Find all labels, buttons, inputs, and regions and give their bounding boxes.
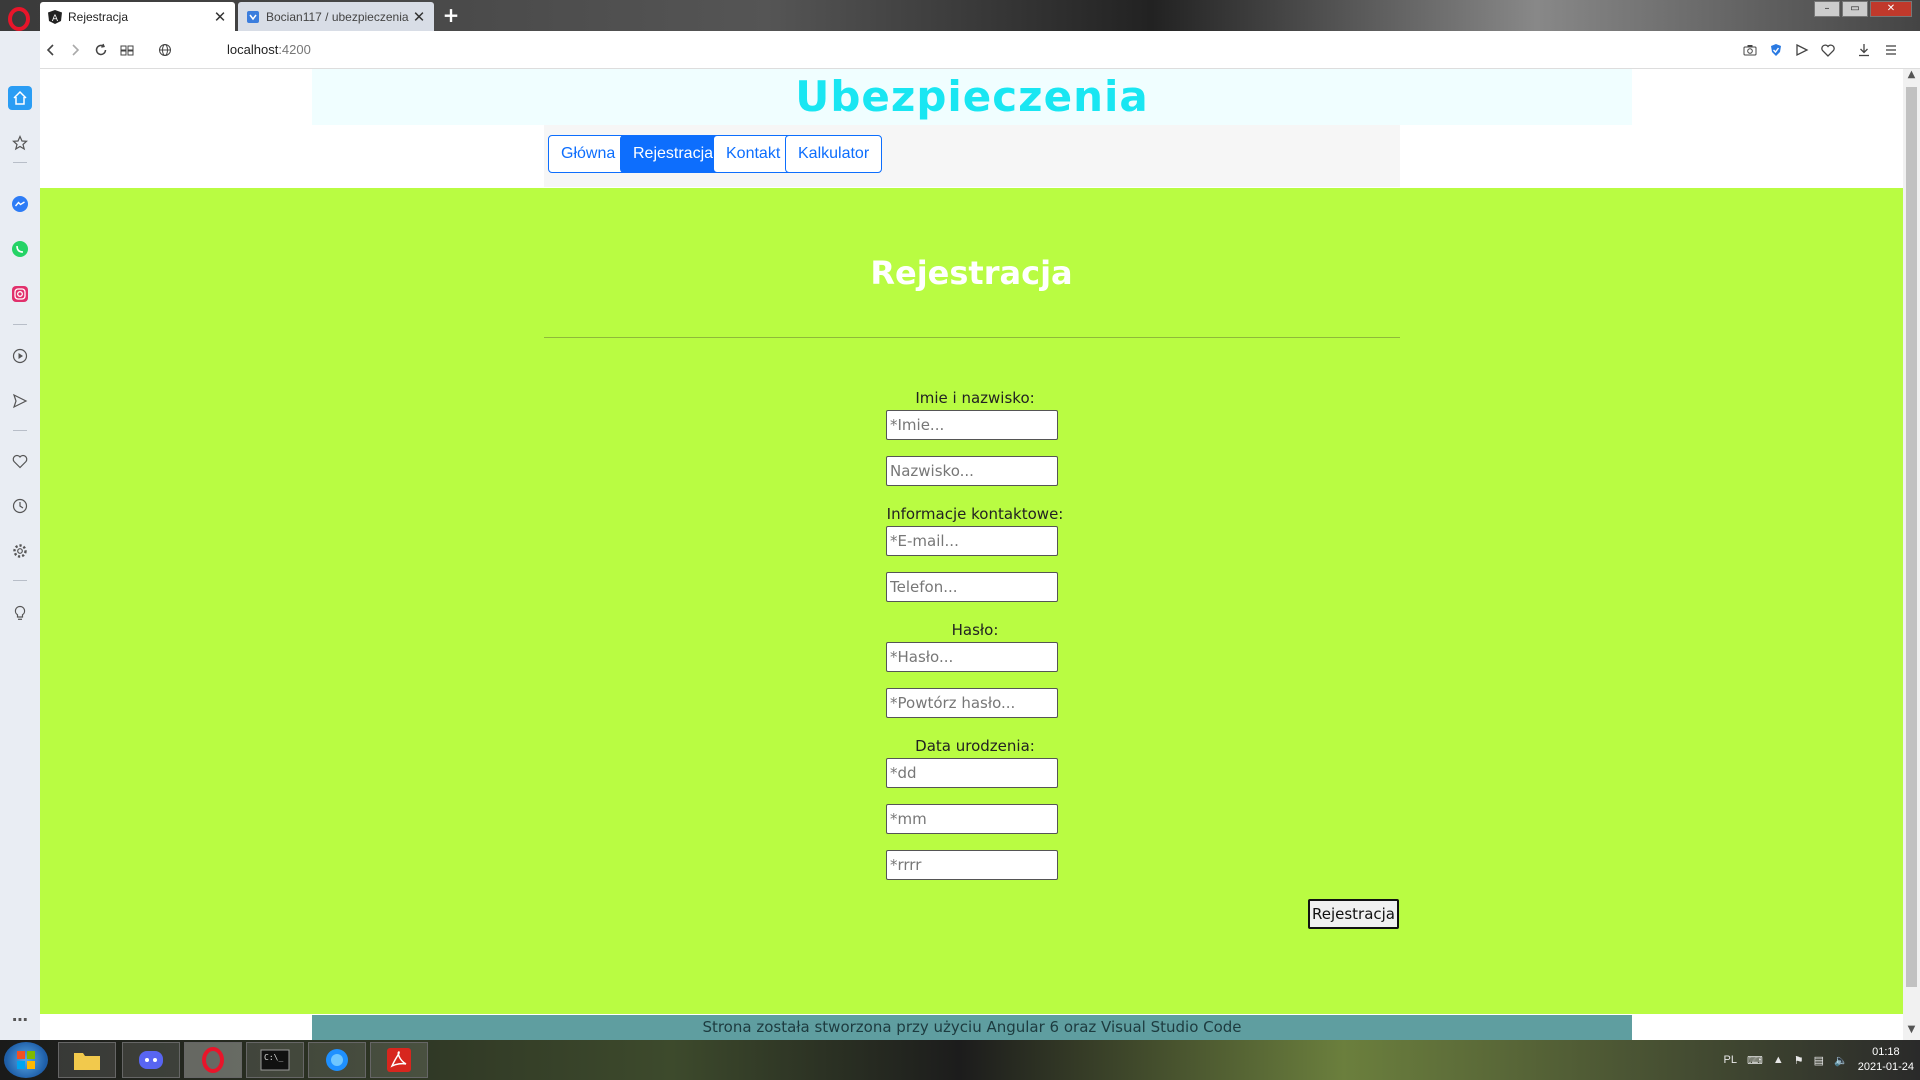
network-icon[interactable]: ▤ [1814, 1054, 1824, 1067]
sidebar-separator [13, 162, 27, 163]
registration-heading: Rejestracja [870, 254, 1073, 292]
sidebar-separator [13, 324, 27, 325]
contact-group-label: Informacje kontaktowe: [886, 505, 1064, 523]
sidebar-separator [13, 580, 27, 581]
globe-icon [154, 39, 176, 61]
camera-icon[interactable] [1739, 39, 1761, 61]
nav-link-kalkulator[interactable]: Kalkulator [785, 135, 883, 173]
site-nav: Główna Rejestracja Kontakt Kalkulator [544, 125, 1400, 187]
browser-tab-bar: A Rejestracja ✕ Bocian117 / ubezpieczeni… [0, 0, 1920, 31]
cortana-icon[interactable] [308, 1042, 366, 1078]
opera-taskbar-icon[interactable] [184, 1042, 242, 1078]
new-tab-button[interactable]: + [440, 4, 462, 26]
flow-send-icon[interactable] [8, 389, 32, 413]
scroll-down-icon[interactable]: ▼ [1903, 1024, 1920, 1040]
action-center-flag-icon[interactable]: ⚑ [1794, 1054, 1804, 1067]
instagram-icon[interactable] [8, 282, 32, 306]
phone-input[interactable] [886, 572, 1058, 602]
tray-expand-icon[interactable]: ▲ [1773, 1054, 1784, 1066]
window-controls: – ▭ ✕ [1814, 1, 1912, 17]
history-clock-icon[interactable] [8, 494, 32, 518]
section-divider [544, 337, 1400, 338]
browser-sidebar: ⋯ [0, 31, 40, 1040]
repeat-password-input[interactable] [886, 688, 1058, 718]
nav-link-kontakt[interactable]: Kontakt [713, 135, 794, 173]
clock-date: 2021-01-24 [1857, 1061, 1914, 1073]
address-bar: localhost:4200 [40, 31, 1920, 69]
close-tab-icon[interactable]: ✕ [213, 8, 227, 26]
close-tab-icon[interactable]: ✕ [412, 8, 426, 26]
github-icon [246, 10, 260, 24]
svg-text:A: A [52, 14, 59, 24]
url-host: localhost [227, 42, 279, 57]
file-explorer-icon[interactable] [58, 1042, 116, 1078]
email-input[interactable] [886, 526, 1058, 556]
opera-logo-icon[interactable] [6, 6, 32, 32]
system-tray: PL ⌨ ▲ ⚑ ▤ 🔈 01:18 2021-01-24 [1723, 1040, 1914, 1080]
tab-github[interactable]: Bocian117 / ubezpieczenia ✕ [238, 2, 434, 31]
nav-link-rejestracja[interactable]: Rejestracja [620, 135, 727, 173]
birth-month-input[interactable] [886, 804, 1058, 834]
url-port: :4200 [278, 42, 311, 57]
site-footer: Strona została stworzona przy użyciu Ang… [312, 1015, 1632, 1040]
svg-text:C:\_: C:\_ [264, 1053, 283, 1062]
star-icon[interactable] [8, 131, 32, 155]
discord-icon[interactable] [122, 1042, 180, 1078]
last-name-input[interactable] [886, 456, 1058, 486]
password-input[interactable] [886, 642, 1058, 672]
name-group-label: Imie i nazwisko: [915, 389, 1035, 407]
download-icon[interactable] [1853, 39, 1875, 61]
volume-icon[interactable]: 🔈 [1834, 1054, 1848, 1067]
windows-taskbar: C:\_ PL ⌨ ▲ ⚑ ▤ 🔈 01:18 2021-01-24 [0, 1040, 1920, 1080]
tab-title: Rejestracja [68, 9, 129, 24]
heart-icon[interactable] [8, 449, 32, 473]
first-name-input[interactable] [886, 410, 1058, 440]
web-page: Ubezpieczenia Główna Rejestracja Kontakt… [40, 69, 1903, 1040]
registration-section: Rejestracja Imie i nazwisko: Informacje … [40, 188, 1903, 1014]
maximize-icon[interactable]: ▭ [1842, 1, 1868, 17]
messenger-icon[interactable] [8, 192, 32, 216]
register-submit-button[interactable]: Rejestracja [1308, 899, 1399, 929]
more-options-icon[interactable]: ⋯ [8, 1007, 32, 1031]
home-icon[interactable] [8, 86, 32, 110]
angular-icon: A [48, 9, 62, 24]
scrollbar-thumb[interactable] [1906, 87, 1917, 987]
birth-day-input[interactable] [886, 758, 1058, 788]
url-field[interactable]: localhost:4200 [227, 42, 311, 57]
acrobat-reader-icon[interactable] [370, 1042, 428, 1078]
clock-time: 01:18 [1872, 1046, 1900, 1058]
forward-icon[interactable] [64, 39, 86, 61]
heart-icon[interactable] [1817, 39, 1839, 61]
windows-start-icon[interactable] [4, 1042, 48, 1078]
reload-icon[interactable] [90, 39, 112, 61]
sidebar-separator [13, 430, 27, 431]
language-indicator[interactable]: PL [1723, 1054, 1736, 1066]
tab-rejestracja[interactable]: A Rejestracja ✕ [40, 2, 235, 31]
send-icon[interactable] [1791, 39, 1813, 61]
minimize-icon[interactable]: – [1814, 1, 1840, 17]
system-clock[interactable]: 01:18 2021-01-24 [1858, 1045, 1914, 1075]
player-icon[interactable] [8, 344, 32, 368]
tab-title: Bocian117 / ubezpieczenia [266, 9, 409, 24]
settings-gear-icon[interactable] [8, 539, 32, 563]
site-header: Ubezpieczenia [312, 69, 1632, 125]
menu-icon[interactable] [1880, 39, 1902, 61]
scroll-up-icon[interactable]: ▲ [1903, 69, 1920, 85]
nav-link-glowna[interactable]: Główna [548, 135, 629, 173]
close-window-icon[interactable]: ✕ [1870, 1, 1912, 17]
page-scrollbar[interactable]: ▲ ▼ [1903, 69, 1920, 1040]
site-title: Ubezpieczenia [795, 72, 1149, 121]
tabs-grid-icon[interactable] [116, 39, 138, 61]
back-icon[interactable] [40, 39, 62, 61]
birth-year-input[interactable] [886, 850, 1058, 880]
keyboard-icon[interactable]: ⌨ [1747, 1054, 1763, 1067]
birthdate-group-label: Data urodzenia: [915, 737, 1035, 755]
whatsapp-icon[interactable] [8, 237, 32, 261]
adblock-shield-icon[interactable] [1765, 39, 1787, 61]
password-group-label: Hasło: [951, 621, 999, 639]
terminal-icon[interactable]: C:\_ [246, 1042, 304, 1078]
lightbulb-icon[interactable] [8, 601, 32, 625]
